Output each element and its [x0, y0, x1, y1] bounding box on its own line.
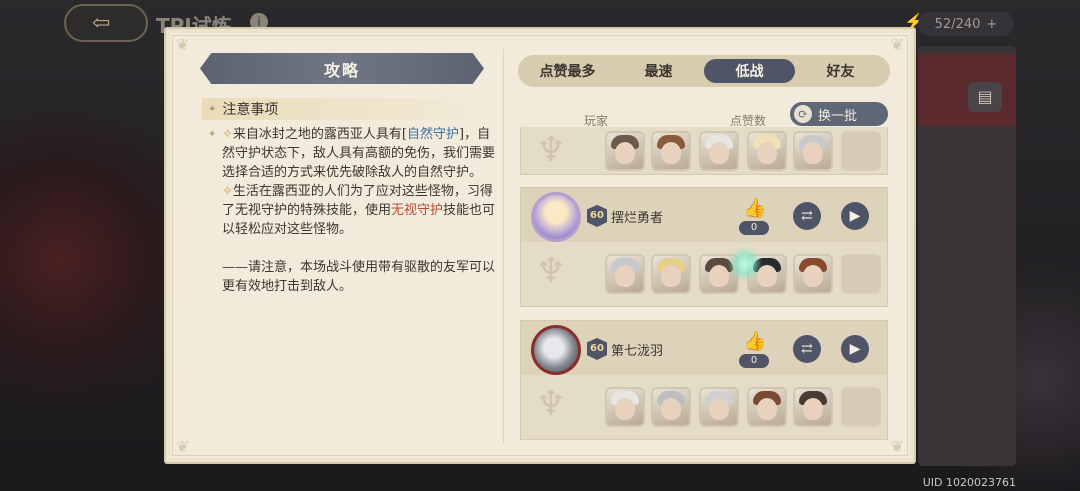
like-icon[interactable]: 👍: [743, 333, 767, 351]
tab-fastest[interactable]: 最速: [613, 59, 704, 83]
team-emblem-icon: ♆: [535, 130, 567, 170]
player-name: 第七泷羽: [611, 344, 664, 359]
level-badge: 60: [587, 205, 607, 227]
stamina-value: 52/240: [934, 16, 981, 32]
sparkle-icon: ✧: [222, 184, 233, 199]
player-info-row: 60 摆烂勇者 👍 0 ⇄ ▶: [521, 188, 887, 242]
empty-hero-slot: [841, 387, 881, 427]
level-badge: 60: [587, 338, 607, 360]
player-info-row: 60 第七泷羽 👍 0 ⇄ ▶: [521, 321, 887, 375]
corner-ornament-icon: ❦: [890, 437, 904, 456]
team-row: ♆: [521, 377, 887, 439]
stamina-counter[interactable]: 52/240 +: [918, 12, 1014, 36]
player-avatar[interactable]: [531, 325, 581, 375]
repeat-icon: ⇄: [801, 341, 813, 357]
repeat-icon: ⇄: [801, 208, 813, 224]
hero-portrait[interactable]: [699, 131, 739, 171]
hero-portrait[interactable]: [747, 387, 787, 427]
corner-ornament-icon: ❦: [176, 437, 190, 456]
like-count: 0: [739, 221, 769, 235]
hero-portrait[interactable]: [793, 131, 833, 171]
like-icon[interactable]: 👍: [743, 200, 767, 218]
column-divider: [503, 49, 504, 444]
team-emblem-icon: ♆: [535, 251, 567, 291]
copy-team-button[interactable]: ⇄: [793, 335, 821, 363]
player-avatar[interactable]: [531, 192, 581, 242]
hero-portrait[interactable]: [747, 131, 787, 171]
hero-portrait[interactable]: [605, 387, 645, 427]
hero-portrait[interactable]: [605, 254, 645, 294]
notes-header: ✦ 注意事项: [202, 98, 492, 120]
hero-portrait[interactable]: [651, 131, 691, 171]
hero-portrait[interactable]: [605, 131, 645, 171]
play-icon: ▶: [849, 208, 861, 224]
diamond-bullet-icon: ✦: [208, 129, 217, 140]
uid-label: UID 1020023761: [922, 476, 1016, 489]
empty-hero-slot: [841, 131, 881, 171]
player-name: 摆烂勇者: [611, 211, 664, 226]
like-count: 0: [739, 354, 769, 368]
hero-portrait[interactable]: [793, 254, 833, 294]
notes-title: 注意事项: [222, 102, 279, 118]
tab-friends[interactable]: 好友: [795, 59, 886, 83]
note-paragraph: ——请注意，本场战斗使用带有驱散的友军可以更有效地打击到敌人。: [222, 260, 496, 294]
note-paragraph: ✧来自冰封之地的露西亚人具有[自然守护]，自然守护状态下，敌人具有高额的免伤，我…: [222, 127, 496, 180]
corner-ornament-icon: ❦: [176, 35, 190, 54]
background-side-panel: [918, 46, 1016, 466]
tab-low-power[interactable]: 低战: [704, 59, 795, 83]
tab-most-liked[interactable]: 点赞最多: [522, 59, 613, 83]
notes-body: ✦ ✧来自冰封之地的露西亚人具有[自然守护]，自然守护状态下，敌人具有高额的免伤…: [208, 125, 498, 296]
team-row-partial: ♆: [520, 127, 888, 175]
play-icon: ▶: [849, 341, 861, 357]
strategy-title-banner: 攻略: [200, 53, 484, 84]
hero-portrait[interactable]: [651, 387, 691, 427]
refresh-icon: ⟳: [794, 105, 812, 123]
stamina-plus: +: [986, 16, 998, 32]
diamond-bullet-icon: ✦: [208, 103, 217, 115]
team-emblem-icon: ♆: [535, 384, 567, 424]
play-replay-button[interactable]: ▶: [841, 202, 869, 230]
team-row: ♆: [521, 244, 887, 306]
hero-portrait[interactable]: [699, 387, 739, 427]
sparkle-icon: ✧: [222, 127, 233, 142]
corner-ornament-icon: ❦: [890, 35, 904, 54]
back-arrow-icon: ⇦: [92, 11, 111, 36]
copy-team-button[interactable]: ⇄: [793, 202, 821, 230]
note-paragraph: ✧生活在露西亚的人们为了应对这些怪物，习得了无视守护的特殊技能，使用无视守护技能…: [222, 184, 496, 237]
hero-portrait[interactable]: [651, 254, 691, 294]
strategy-panel: ❦ ❦ ❦ ❦ 攻略 ✦ 注意事项 ✦ ✧来自冰封之地的露西亚人具有[自然守护]…: [164, 27, 916, 464]
document-icon[interactable]: ▤: [968, 82, 1002, 112]
touch-glow-effect: [728, 247, 762, 281]
refresh-button[interactable]: ⟳ 换一批: [790, 102, 888, 126]
player-card: 60 摆烂勇者 👍 0 ⇄ ▶ ♆: [520, 187, 888, 307]
empty-hero-slot: [841, 254, 881, 294]
keyword-ignore-guard: 无视守护: [391, 203, 444, 218]
keyword-nature-guard: 自然守护: [406, 127, 459, 142]
player-card: 60 第七泷羽 👍 0 ⇄ ▶ ♆: [520, 320, 888, 440]
strategy-title: 攻略: [323, 60, 360, 80]
play-replay-button[interactable]: ▶: [841, 335, 869, 363]
refresh-label: 换一批: [818, 108, 858, 124]
back-button[interactable]: ⇦: [64, 4, 148, 42]
hero-portrait[interactable]: [793, 387, 833, 427]
sort-tabs: 点赞最多 最速 低战 好友: [518, 55, 890, 87]
